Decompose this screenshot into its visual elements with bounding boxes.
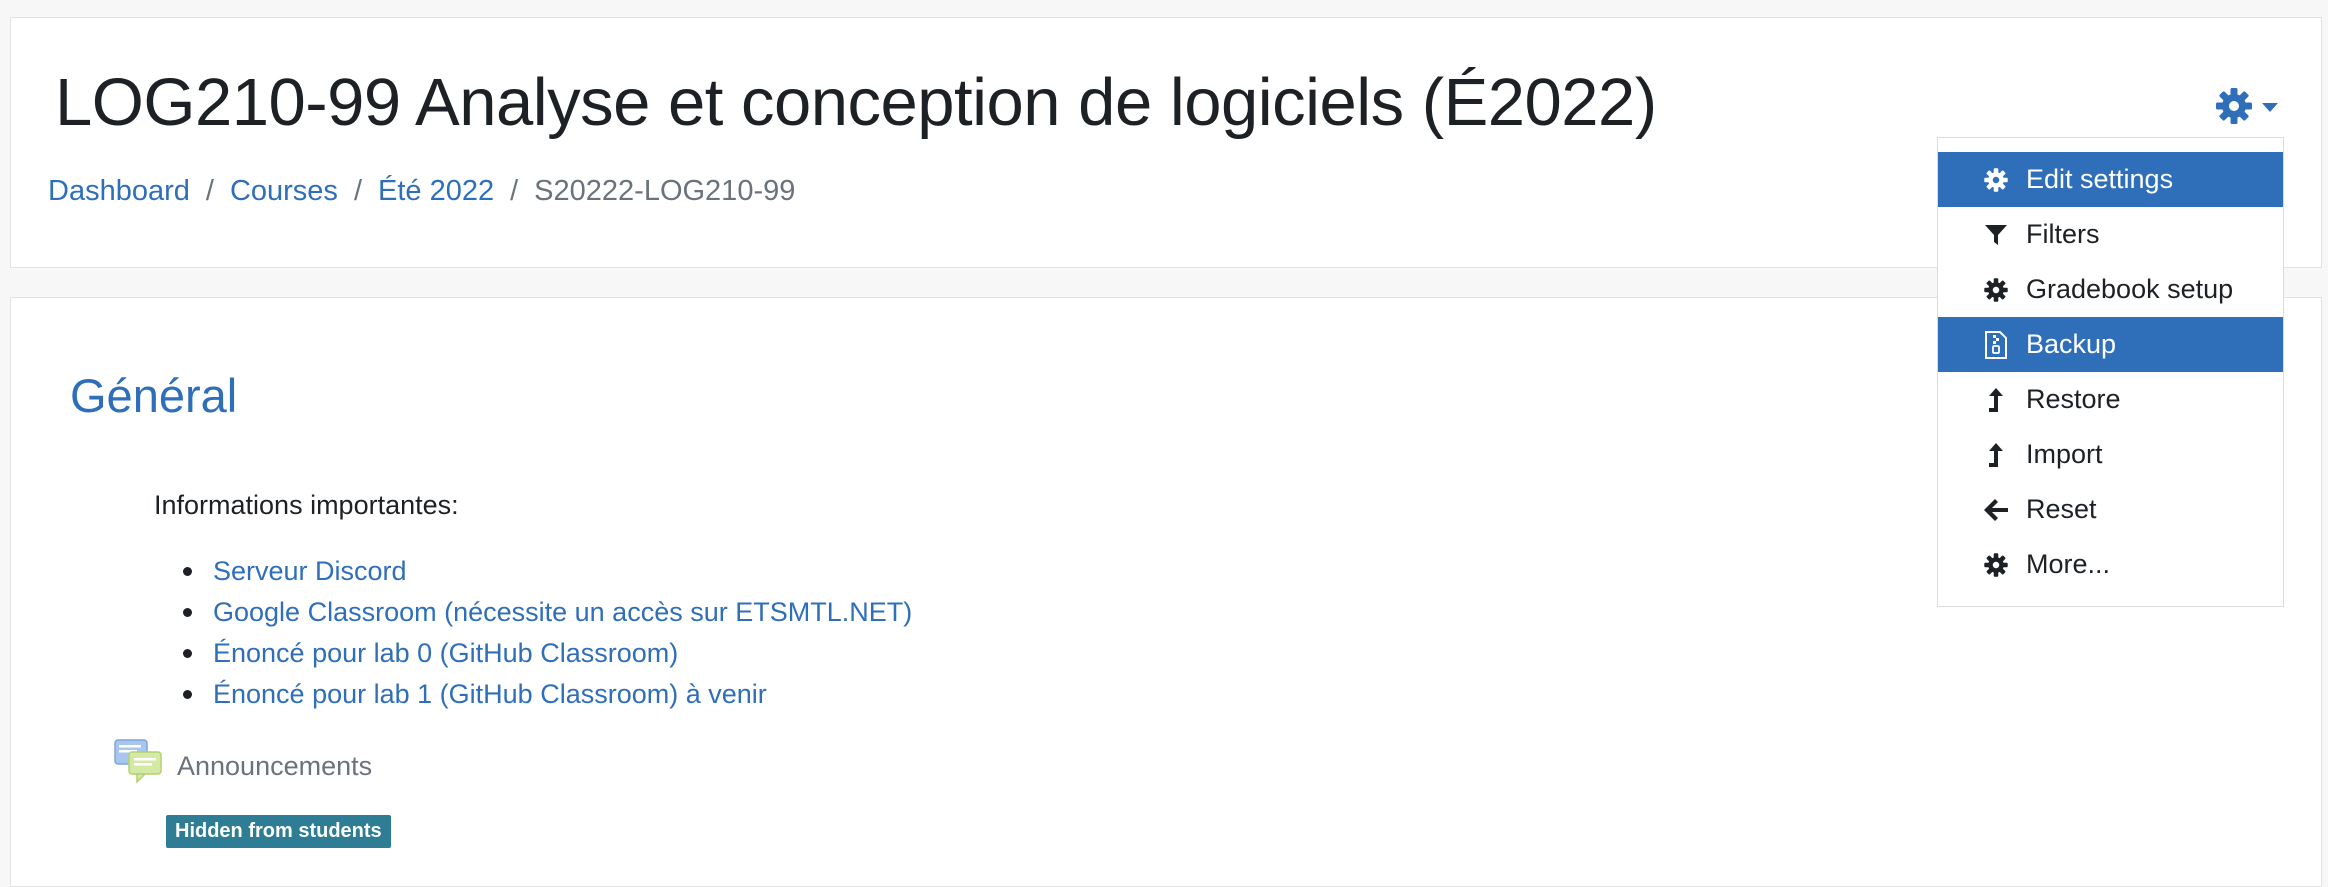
menu-item-gradebook-setup[interactable]: Gradebook setup bbox=[1938, 262, 2283, 317]
menu-item-import[interactable]: Import bbox=[1938, 427, 2283, 482]
menu-item-label: More... bbox=[2026, 549, 2111, 579]
menu-item-label: Gradebook setup bbox=[2026, 274, 2234, 304]
breadcrumb-separator: / bbox=[353, 175, 362, 207]
level-up-icon bbox=[1981, 440, 2011, 470]
menu-item-more[interactable]: More... bbox=[1938, 537, 2283, 592]
important-links-list: Serveur Discord Google Classroom (nécess… bbox=[171, 556, 912, 720]
breadcrumb-category-link[interactable]: Été 2022 bbox=[378, 175, 494, 208]
breadcrumb-separator: / bbox=[205, 175, 214, 207]
discord-link[interactable]: Serveur Discord bbox=[213, 556, 407, 586]
menu-item-label: Restore bbox=[2026, 384, 2121, 414]
lab0-link[interactable]: Énoncé pour lab 0 (GitHub Classroom) bbox=[213, 638, 678, 668]
menu-item-label: Reset bbox=[2026, 494, 2097, 524]
course-action-menu: Edit settings Filters Gradebook setup Ba… bbox=[1937, 137, 2284, 607]
menu-item-edit-settings[interactable]: Edit settings bbox=[1938, 152, 2283, 207]
course-settings-menu-toggle[interactable] bbox=[2214, 86, 2278, 131]
hidden-badge: Hidden from students bbox=[166, 815, 391, 848]
page-title: LOG210-99 Analyse et conception de logic… bbox=[55, 65, 1657, 140]
section-title[interactable]: Général bbox=[70, 368, 237, 423]
menu-item-label: Backup bbox=[2026, 329, 2117, 359]
gear-icon bbox=[1981, 550, 2011, 580]
gear-icon bbox=[1981, 275, 2011, 305]
announcements-activity[interactable]: Announcements bbox=[111, 738, 372, 795]
list-item: Énoncé pour lab 1 (GitHub Classroom) à v… bbox=[171, 679, 912, 720]
level-up-icon bbox=[1981, 385, 2011, 415]
file-archive-icon bbox=[1981, 330, 2011, 360]
menu-item-label: Import bbox=[2026, 439, 2103, 469]
list-item: Énoncé pour lab 0 (GitHub Classroom) bbox=[171, 638, 912, 679]
breadcrumb-courses-link[interactable]: Courses bbox=[230, 175, 338, 208]
breadcrumb-dashboard-link[interactable]: Dashboard bbox=[48, 175, 190, 208]
gear-icon bbox=[2214, 86, 2254, 131]
gear-icon bbox=[1981, 165, 2011, 195]
filter-icon bbox=[1981, 220, 2011, 250]
menu-item-reset[interactable]: Reset bbox=[1938, 482, 2283, 537]
caret-down-icon bbox=[2262, 100, 2278, 118]
announcements-label[interactable]: Announcements bbox=[177, 751, 372, 782]
menu-item-label: Filters bbox=[2026, 219, 2100, 249]
breadcrumb-current: S20222-LOG210-99 bbox=[534, 175, 796, 207]
info-heading: Informations importantes: bbox=[154, 490, 459, 520]
arrow-left-icon bbox=[1981, 495, 2011, 525]
google-classroom-link[interactable]: Google Classroom (nécessite un accès sur… bbox=[213, 597, 912, 627]
menu-item-label: Edit settings bbox=[2026, 164, 2174, 194]
menu-item-restore[interactable]: Restore bbox=[1938, 372, 2283, 427]
lab1-link[interactable]: Énoncé pour lab 1 (GitHub Classroom) à v… bbox=[213, 679, 767, 709]
forum-icon bbox=[111, 738, 169, 795]
menu-item-backup[interactable]: Backup bbox=[1938, 317, 2283, 372]
breadcrumb: Dashboard / Courses / Été 2022 / S20222-… bbox=[48, 175, 795, 208]
list-item: Serveur Discord bbox=[171, 556, 912, 597]
menu-item-filters[interactable]: Filters bbox=[1938, 207, 2283, 262]
list-item: Google Classroom (nécessite un accès sur… bbox=[171, 597, 912, 638]
breadcrumb-separator: / bbox=[510, 175, 519, 207]
